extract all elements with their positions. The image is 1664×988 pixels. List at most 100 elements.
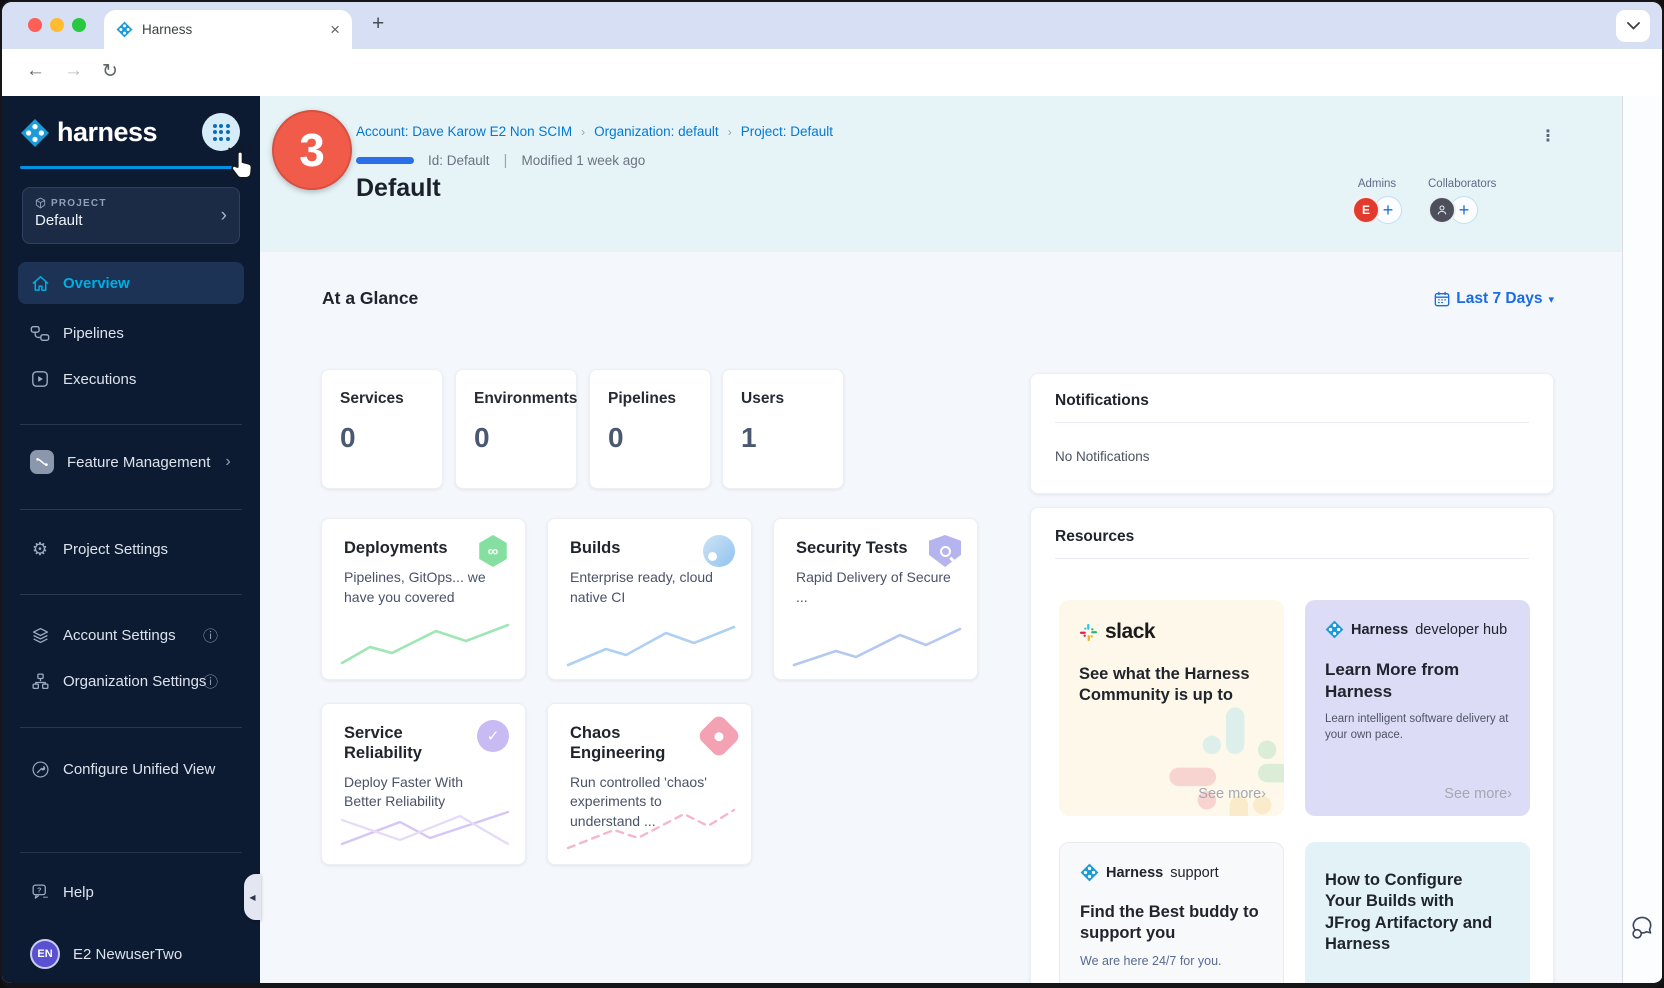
browser-tab[interactable]: Harness × <box>104 10 352 49</box>
forward-button[interactable]: → <box>64 60 83 82</box>
date-range-picker[interactable]: Last 7 Days ▾ <box>1420 290 1554 308</box>
resource-heading: Find the Best buddy to support you <box>1080 902 1263 945</box>
module-card-service-reliability[interactable]: Service Reliability Deploy Faster With B… <box>321 703 526 865</box>
annotation-step-badge: 3 <box>272 110 352 190</box>
resource-card-developer-hub[interactable]: Harness developer hub Learn More from Ha… <box>1305 600 1530 816</box>
harness-logo[interactable]: harness <box>20 117 157 148</box>
stat-label: Pipelines <box>608 390 692 408</box>
see-more-link[interactable]: See more› <box>1444 786 1512 802</box>
sidebar-item-label: Overview <box>63 275 130 292</box>
chaos-engineering-icon <box>696 713 741 758</box>
resource-body: Learn intelligent software delivery at y… <box>1325 711 1510 743</box>
grid-dots-icon <box>213 124 230 141</box>
sparkline <box>566 619 736 669</box>
chevron-right-icon: › <box>581 125 585 139</box>
resource-card-slack[interactable]: slack See what the Harness Community is … <box>1059 600 1284 816</box>
module-card-builds[interactable]: Builds Enterprise ready, cloud native CI <box>547 518 752 680</box>
resource-card-harness-support[interactable]: Harness support Find the Best buddy to s… <box>1059 842 1284 983</box>
module-card-security-tests[interactable]: Security Tests Rapid Delivery of Secure … <box>773 518 978 680</box>
stat-label: Services <box>340 390 424 408</box>
pipelines-icon <box>30 323 50 343</box>
sparkline <box>566 804 736 854</box>
sidebar-item-feature-management[interactable]: Feature Management › <box>18 441 244 483</box>
breadcrumb-organization-link[interactable]: Organization: default <box>594 124 719 139</box>
slack-brand-name: slack <box>1105 620 1155 644</box>
collaborator-avatar[interactable] <box>1428 196 1456 224</box>
sidebar-collapse-handle[interactable]: ◀ <box>244 874 261 920</box>
notifications-empty-text: No Notifications <box>1055 449 1529 464</box>
stat-card-environments[interactable]: Environments 0 <box>455 369 577 489</box>
see-more-link[interactable]: See more› <box>1198 786 1266 802</box>
click-cursor-icon <box>222 142 262 182</box>
user-menu[interactable]: EN E2 NewuserTwo <box>18 933 244 975</box>
sidebar-item-pipelines[interactable]: Pipelines <box>18 312 244 354</box>
breadcrumb: Account: Dave Karow E2 Non SCIM › Organi… <box>356 124 833 139</box>
chat-support-icon[interactable] <box>1629 914 1656 941</box>
page-options-menu-icon[interactable]: ⋮ <box>1540 126 1558 146</box>
stat-card-pipelines[interactable]: Pipelines 0 <box>589 369 711 489</box>
info-icon[interactable]: ⓘ <box>203 625 218 646</box>
chevron-right-icon: › <box>221 205 227 227</box>
resource-card-jfrog-tutorial[interactable]: How to Configure Your Builds with JFrog … <box>1305 842 1530 983</box>
sidebar-item-label: Configure Unified View <box>63 761 215 778</box>
module-description: Enterprise ready, cloud native CI <box>570 568 729 608</box>
org-chart-icon <box>30 671 50 691</box>
module-title: Security Tests <box>796 539 916 559</box>
stat-card-users[interactable]: Users 1 <box>722 369 844 489</box>
header-band <box>260 96 1662 252</box>
sidebar-divider <box>20 424 242 425</box>
sidebar-item-project-settings[interactable]: ⚙ Project Settings <box>18 528 244 570</box>
sparkline <box>340 804 510 854</box>
stat-value: 0 <box>474 422 558 454</box>
resources-panel: Resources slack See what the Harness Com… <box>1030 507 1554 983</box>
sidebar-item-label: Project Settings <box>63 541 168 558</box>
executions-icon <box>30 369 50 389</box>
breadcrumb-project-link[interactable]: Project: Default <box>741 124 833 139</box>
tab-search-button[interactable] <box>1616 10 1650 42</box>
chevron-right-icon: › <box>225 453 230 471</box>
magnifier-icon <box>940 546 951 557</box>
resource-heading: Learn More from Harness <box>1325 659 1475 703</box>
minimize-window-button[interactable] <box>50 18 64 32</box>
info-icon[interactable]: ⓘ <box>203 671 218 692</box>
module-description: Pipelines, GitOps... we have you covered <box>344 568 503 608</box>
zoom-window-button[interactable] <box>72 18 86 32</box>
reload-button[interactable]: ↻ <box>102 60 118 83</box>
sidebar-item-label: Pipelines <box>63 325 124 342</box>
project-selector[interactable]: PROJECT Default › <box>22 187 240 244</box>
sidebar-item-help[interactable]: ? Help <box>18 871 244 913</box>
sidebar-item-executions[interactable]: Executions <box>18 358 244 400</box>
sidebar-accent-rule <box>20 166 242 169</box>
sidebar-divider <box>20 852 242 853</box>
breadcrumb-account-link[interactable]: Account: Dave Karow E2 Non SCIM <box>356 124 572 139</box>
admin-avatar[interactable]: E <box>1352 196 1380 224</box>
back-button[interactable]: ← <box>26 60 45 82</box>
sidebar-divider <box>20 509 242 510</box>
browser-window: Harness × + ← → ↻ app.harness.io/ng/acco… <box>0 0 1664 988</box>
harness-favicon-icon <box>116 21 133 38</box>
divider <box>1055 558 1529 559</box>
right-gutter <box>1622 96 1662 983</box>
harness-wordmark: harness <box>57 117 157 148</box>
module-card-chaos-engineering[interactable]: Chaos Engineering Run controlled 'chaos'… <box>547 703 752 865</box>
stat-card-services[interactable]: Services 0 <box>321 369 443 489</box>
close-window-button[interactable] <box>28 18 42 32</box>
sidebar-item-organization-settings[interactable]: Organization Settings ⓘ <box>18 660 244 702</box>
brand-name: Harness <box>1106 865 1163 881</box>
notifications-panel: Notifications No Notifications <box>1030 373 1554 494</box>
project-name: Default <box>35 212 227 229</box>
security-tests-shield-icon <box>929 535 961 567</box>
divider <box>1055 422 1529 423</box>
module-card-deployments[interactable]: Deployments Pipelines, GitOps... we have… <box>321 518 526 680</box>
brand-name: Harness <box>1351 622 1408 638</box>
deployments-icon: ∞ <box>477 535 509 567</box>
brand-suffix: developer hub <box>1415 622 1507 638</box>
sparkline <box>792 619 962 669</box>
wrench-circle-icon <box>30 759 50 779</box>
sidebar-item-configure-unified-view[interactable]: Configure Unified View <box>18 748 244 790</box>
tab-close-icon[interactable]: × <box>330 21 340 38</box>
sidebar-item-account-settings[interactable]: Account Settings ⓘ <box>18 614 244 656</box>
sidebar-item-overview[interactable]: Overview <box>18 262 244 304</box>
new-tab-button[interactable]: + <box>372 12 384 36</box>
screenshot-root: Harness × + ← → ↻ app.harness.io/ng/acco… <box>0 0 1664 988</box>
